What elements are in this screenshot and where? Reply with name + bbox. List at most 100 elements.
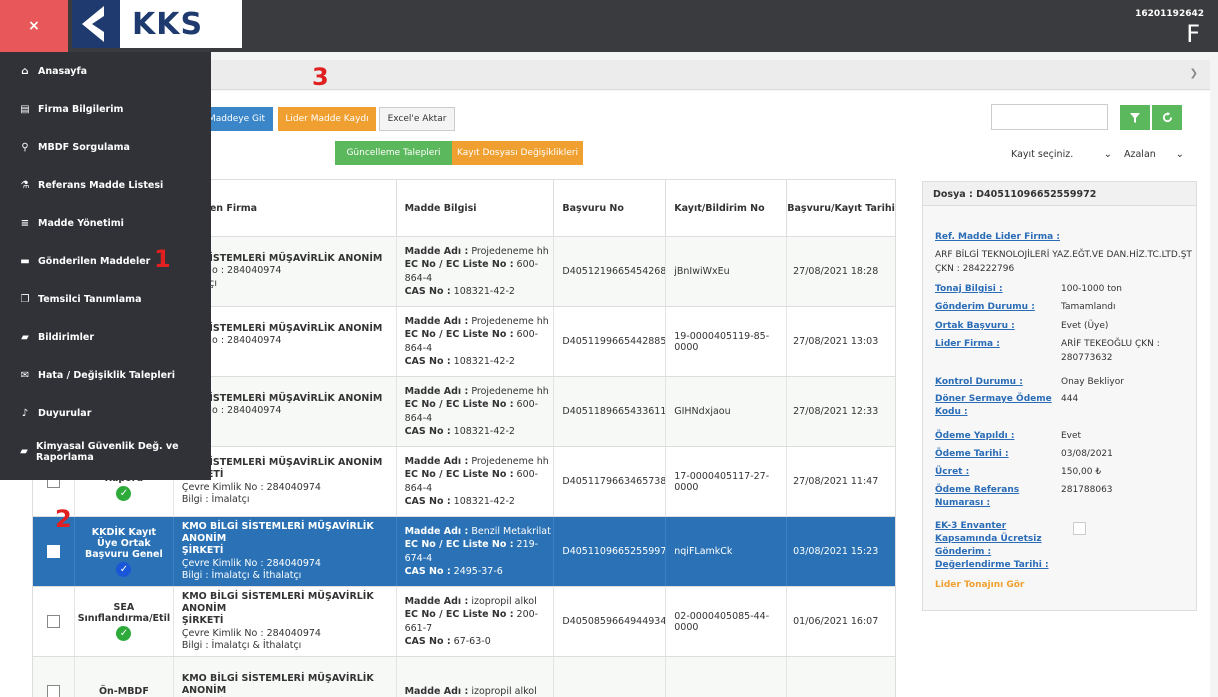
guncelleme-talepleri-button[interactable]: Güncelleme Talepleri [335, 141, 452, 165]
sidebar-item-1[interactable]: ▤ Firma Bilgilerim [0, 90, 211, 128]
madde-madde-value: Projedeneme hh [471, 245, 549, 257]
row-basvuru-no [554, 657, 667, 697]
inbox-icon: ▰ [21, 332, 29, 344]
sidebar-item-0[interactable]: ⌂ Anasayfa [0, 52, 211, 90]
lider-madde-kaydi-button[interactable]: Lider Madde Kaydı [278, 107, 376, 131]
row-type-line: KKDİK Kayıt [91, 526, 157, 538]
odeme-tarihi-link[interactable]: Ödeme Tarihi : [935, 449, 1009, 459]
sidebar-item-10[interactable]: ▰ Kimyasal Güvenlik Değ. ve Raporlama [0, 433, 211, 471]
madde-cas-value: 108321-42-2 [453, 285, 515, 297]
madde-cas: CAS No : 108321-42-2 [405, 355, 515, 368]
odeme-yapildi-link[interactable]: Ödeme Yapıldı : [935, 431, 1014, 441]
chevron-down-icon: ⌄ [1175, 148, 1184, 160]
header-kayit-no: Kayıt/Bildirim No [666, 180, 788, 236]
check-circle-icon: ✓ [116, 561, 132, 577]
sidebar-item-3[interactable]: ⚗ Referans Madde Listesi [0, 166, 211, 204]
odeme-tarihi-value: 03/08/2021 [1061, 449, 1113, 459]
row-kayit-no: nqiFLamkCk [666, 517, 788, 586]
chevron-down-icon[interactable]: ❯ [1190, 68, 1198, 79]
annotation-3: 3 [312, 63, 329, 91]
kayit-select[interactable]: Kayıt seçiniz. ⌄ [1007, 142, 1114, 166]
madde-madde-value: Projedeneme hh [471, 315, 549, 327]
row-tarih [787, 657, 895, 697]
row-tarih: 03/08/2021 15:23 [793, 546, 879, 557]
row-basvuru-no: D40511896654336114 [554, 377, 667, 446]
table-row[interactable]: SEA Sınıflandırma/Etil ✓ KMO BİLGİ SİSTEMLE… [33, 587, 895, 657]
tonaj-link[interactable]: Tonaj Bilgisi : [935, 284, 1003, 294]
ucret-link[interactable]: Ücret : [935, 467, 969, 477]
ek3-link-3[interactable]: Gönderim : [935, 547, 991, 557]
filter-button[interactable] [1120, 105, 1150, 130]
search-input[interactable] [991, 104, 1108, 130]
ek3-checkbox[interactable] [1073, 522, 1086, 535]
row-checkbox[interactable] [46, 615, 60, 628]
sidebar-item-6[interactable]: ❐ Temsilci Tanımlama [0, 281, 211, 319]
row-basvuru-no: D4051179663465738 [554, 447, 667, 516]
refresh-icon [1162, 112, 1172, 123]
row-tarih: 27/08/2021 18:28 [793, 266, 879, 277]
doner-value: 444 [1061, 394, 1079, 404]
row-checkbox-cell [33, 587, 75, 656]
ek3-link-2[interactable]: Kapsamında Ücretsiz [935, 534, 1042, 544]
madde-cas-label: CAS No : [404, 355, 451, 367]
madde-cas-label: CAS No : [404, 425, 451, 437]
firm-kimlik: Çevre Kimlik No : 284040974 [181, 557, 321, 569]
sidebar-item-4[interactable]: ≡ Madde Yönetimi [0, 204, 211, 242]
close-menu-button[interactable]: × [0, 0, 68, 52]
gonderim-value: Tamamlandı [1061, 302, 1116, 312]
sidebar-item-label: Anasayfa [38, 65, 88, 77]
ortak-link[interactable]: Ortak Başvuru : [935, 321, 1015, 331]
user-initial[interactable]: F [1186, 20, 1200, 48]
row-checkbox[interactable] [46, 685, 60, 697]
sidebar-menu: ⌂ Anasayfa ▤ Firma Bilgilerim ⚲ MBDF Sorgulam… [0, 52, 211, 480]
sidebar-item-5[interactable]: ▬ Gönderilen Maddeler [0, 242, 211, 280]
row-kayit-no: 19-0000405119-85-0000 [666, 307, 788, 376]
doner-link[interactable]: Döner Sermaye Ödeme [935, 394, 1052, 404]
table-row[interactable]: KKDİK Kayıt Üye Ortak Başvuru Genel ✓ KMO Bİ… [33, 517, 895, 587]
check-circle-icon: ✓ [116, 486, 132, 501]
chevron-down-icon: ⌄ [1103, 148, 1112, 160]
madde-madde: Madde Adı : Projedeneme hh [405, 245, 549, 258]
kontrol-link[interactable]: Kontrol Durumu : [935, 377, 1023, 387]
search-icon: ⚲ [21, 141, 29, 153]
row-type-line: Ön-MBDF [98, 686, 149, 697]
firm-name: LGİ SİSTEMLERİ MÜŞAVİRLİK ANONİM [181, 456, 383, 468]
sidebar-item-2[interactable]: ⚲ MBDF Sorgulama [0, 128, 211, 166]
table-row[interactable]: Ön-MBDF KMO BİLGİ SİSTEMLERİ MÜŞAVİRLİK A… [33, 657, 895, 697]
degerlendirme-link[interactable]: Değerlendirme Tarihi : [935, 560, 1049, 570]
lider-tonaj-link[interactable]: Lider Tonajını Gör [935, 580, 1024, 590]
order-select-value: Azalan [1124, 148, 1156, 160]
sidebar-item-7[interactable]: ▰ Bildirimler [0, 319, 211, 357]
ref-no-link-2[interactable]: Numarası : [935, 498, 990, 508]
sidebar-item-label: Hata / Değişiklik Talepleri [38, 370, 175, 382]
sidebar-item-9[interactable]: ♪ Duyurular [0, 395, 211, 433]
madde-ec: EC No / EC Liste No : 219-674-4 [405, 538, 554, 565]
doner-link-2[interactable]: Kodu : [935, 407, 968, 417]
refresh-button[interactable] [1152, 105, 1182, 130]
ref-lider-value: ARF BİLGİ TEKNOLOJİLERİ YAZ.EĞT.VE DAN.H… [935, 250, 1192, 260]
madde-cas-value: 108321-42-2 [453, 425, 515, 437]
firm-bilgi: Bilgi : İmalatçı [181, 493, 250, 505]
excel-export-button[interactable]: Excel'e Aktar [379, 107, 455, 131]
madde-ec-label: EC No / EC Liste No : [404, 399, 514, 411]
madde-ec: EC No / EC Liste No : 600-864-4 [405, 468, 554, 495]
header-tarih: Başvuru/Kayıt Tarihi [787, 202, 895, 214]
sidebar-item-8[interactable]: ✉ Hata / Değişiklik Talepleri [0, 357, 211, 395]
row-tarih: 27/08/2021 12:33 [793, 406, 879, 417]
header-basvuru-no: Başvuru No [554, 180, 667, 236]
annotation-2: 2 [55, 505, 72, 533]
row-kayit-no: jBnIwiWxEu [666, 237, 788, 306]
row-madde: Madde Adı : Projedeneme hh EC No / EC Lis… [397, 377, 555, 446]
ref-no-link[interactable]: Ödeme Referans [935, 485, 1019, 495]
firm-name-2: ŞİRKETİ [181, 545, 224, 557]
gonderim-link[interactable]: Gönderim Durumu : [935, 302, 1035, 312]
kayit-dosyasi-degisiklikleri-button[interactable]: Kayıt Dosyası Değişiklikleri [452, 141, 583, 165]
ek3-link[interactable]: EK-3 Envanter [935, 521, 1006, 531]
detail-panel: Dosya : D40511096652559972 Ref. Madde Li… [922, 181, 1197, 611]
row-checkbox[interactable] [46, 545, 60, 558]
lider-firma-link[interactable]: Lider Firma : [935, 339, 1000, 349]
madde-cas-label: CAS No : [404, 285, 451, 297]
order-select[interactable]: Azalan ⌄ [1118, 142, 1186, 166]
ref-lider-link[interactable]: Ref. Madde Lider Firma : [935, 232, 1060, 242]
firm-name: LGİ SİSTEMLERİ MÜŞAVİRLİK ANONİM [181, 392, 383, 404]
